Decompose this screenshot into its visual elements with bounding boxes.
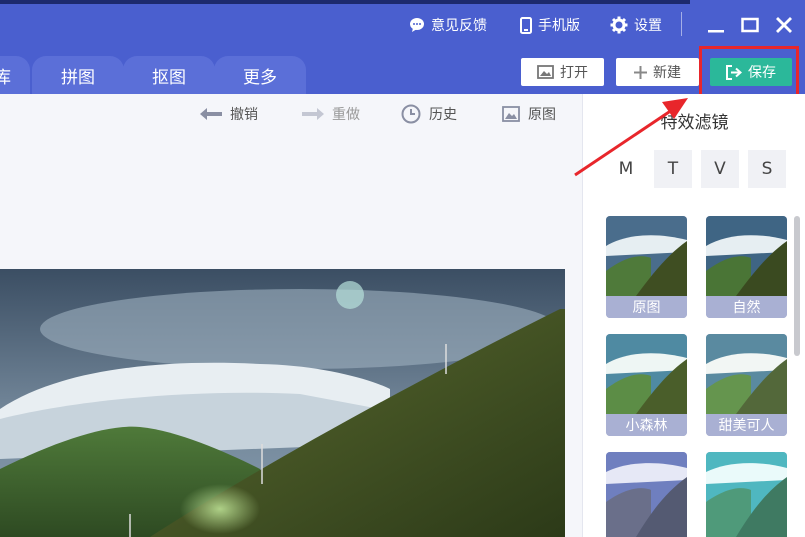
title-bar-strip <box>0 0 690 4</box>
arrow-right-icon <box>302 108 324 120</box>
maximize-icon <box>741 17 759 33</box>
open-label: 打开 <box>560 65 588 81</box>
tab-label: 抠图 <box>152 67 186 88</box>
filter-preview-image <box>706 452 787 537</box>
history-button[interactable]: 历史 <box>401 104 457 124</box>
settings-link[interactable]: 设置 <box>610 15 662 35</box>
new-button[interactable]: 新建 <box>616 58 699 86</box>
feedback-link[interactable]: 意见反馈 <box>409 15 487 35</box>
save-highlight-box <box>699 46 799 98</box>
filter-preview-image <box>706 216 787 296</box>
mobile-version-link[interactable]: 手机版 <box>520 15 580 35</box>
photo-canvas[interactable] <box>0 269 565 537</box>
tab-cutout[interactable]: 抠图 <box>123 56 215 94</box>
panel-title: 特效滤镜 <box>660 113 729 133</box>
filter-label: 原图 <box>606 296 687 318</box>
tab-more[interactable]: 更多 <box>214 56 306 94</box>
minimize-button[interactable] <box>704 13 728 37</box>
plus-icon <box>634 65 647 79</box>
arrow-left-icon <box>200 108 222 120</box>
filter-label: 小森林 <box>606 414 687 436</box>
original-image-button[interactable]: 原图 <box>502 104 556 124</box>
filter-label: 自然 <box>706 296 787 318</box>
filter-panel: 特效滤镜 M T V S 原图 自然 小森林 甜美可人 <box>582 94 805 537</box>
tab-library[interactable]: 库 <box>0 56 30 94</box>
minimize-icon <box>708 30 724 33</box>
panel-scrollbar[interactable] <box>794 216 800 356</box>
filter-label: 甜美可人 <box>706 414 787 436</box>
image-icon <box>537 65 554 79</box>
filter-category-v[interactable]: V <box>701 150 739 188</box>
close-icon <box>776 17 792 33</box>
filter-thumb-5[interactable] <box>606 452 687 537</box>
tab-label: 拼图 <box>61 67 95 88</box>
filter-preview-image <box>706 334 787 414</box>
title-bar: 意见反馈 手机版 设置 <box>0 0 805 50</box>
filter-preview-image <box>606 216 687 296</box>
settings-label: 设置 <box>634 18 662 34</box>
tab-bar: 库 拼图 抠图 更多 打开 新建 保存 <box>0 50 805 94</box>
filter-preview-image <box>606 334 687 414</box>
redo-button[interactable]: 重做 <box>302 104 360 124</box>
editor-canvas: 撤销 重做 历史 原图 <box>0 94 582 537</box>
new-label: 新建 <box>653 65 681 81</box>
filter-category-t[interactable]: T <box>654 150 692 188</box>
category-label: V <box>714 159 726 179</box>
tab-label: 更多 <box>243 67 277 88</box>
filter-thumb-original[interactable]: 原图 <box>606 216 687 318</box>
open-button[interactable]: 打开 <box>521 58 604 86</box>
phone-icon <box>520 16 532 34</box>
filter-category-s[interactable]: S <box>748 150 786 188</box>
undo-button[interactable]: 撤销 <box>200 104 258 124</box>
gear-icon <box>610 16 628 34</box>
filter-category-m[interactable]: M <box>607 150 645 188</box>
history-label: 历史 <box>429 107 457 123</box>
mobile-label: 手机版 <box>538 18 580 34</box>
chat-bubble-icon <box>410 18 424 32</box>
feedback-label: 意见反馈 <box>431 18 487 34</box>
title-divider <box>681 12 682 36</box>
filter-thumb-natural[interactable]: 自然 <box>706 216 787 318</box>
maximize-button[interactable] <box>738 13 762 37</box>
undo-label: 撤销 <box>230 107 258 123</box>
clock-icon <box>401 104 421 124</box>
filter-thumb-sweet[interactable]: 甜美可人 <box>706 334 787 436</box>
filter-thumb-6[interactable] <box>706 452 787 537</box>
category-label: T <box>667 159 679 179</box>
tab-label: 库 <box>0 67 11 88</box>
category-label: M <box>618 159 634 179</box>
filter-preview-image <box>606 452 687 537</box>
image-icon <box>502 106 520 122</box>
landscape-photo-image <box>0 269 565 537</box>
category-label: S <box>761 159 773 179</box>
redo-label: 重做 <box>332 107 360 123</box>
filter-thumb-little-forest[interactable]: 小森林 <box>606 334 687 436</box>
tab-collage[interactable]: 拼图 <box>32 56 124 94</box>
close-button[interactable] <box>772 13 796 37</box>
original-label: 原图 <box>528 107 556 123</box>
